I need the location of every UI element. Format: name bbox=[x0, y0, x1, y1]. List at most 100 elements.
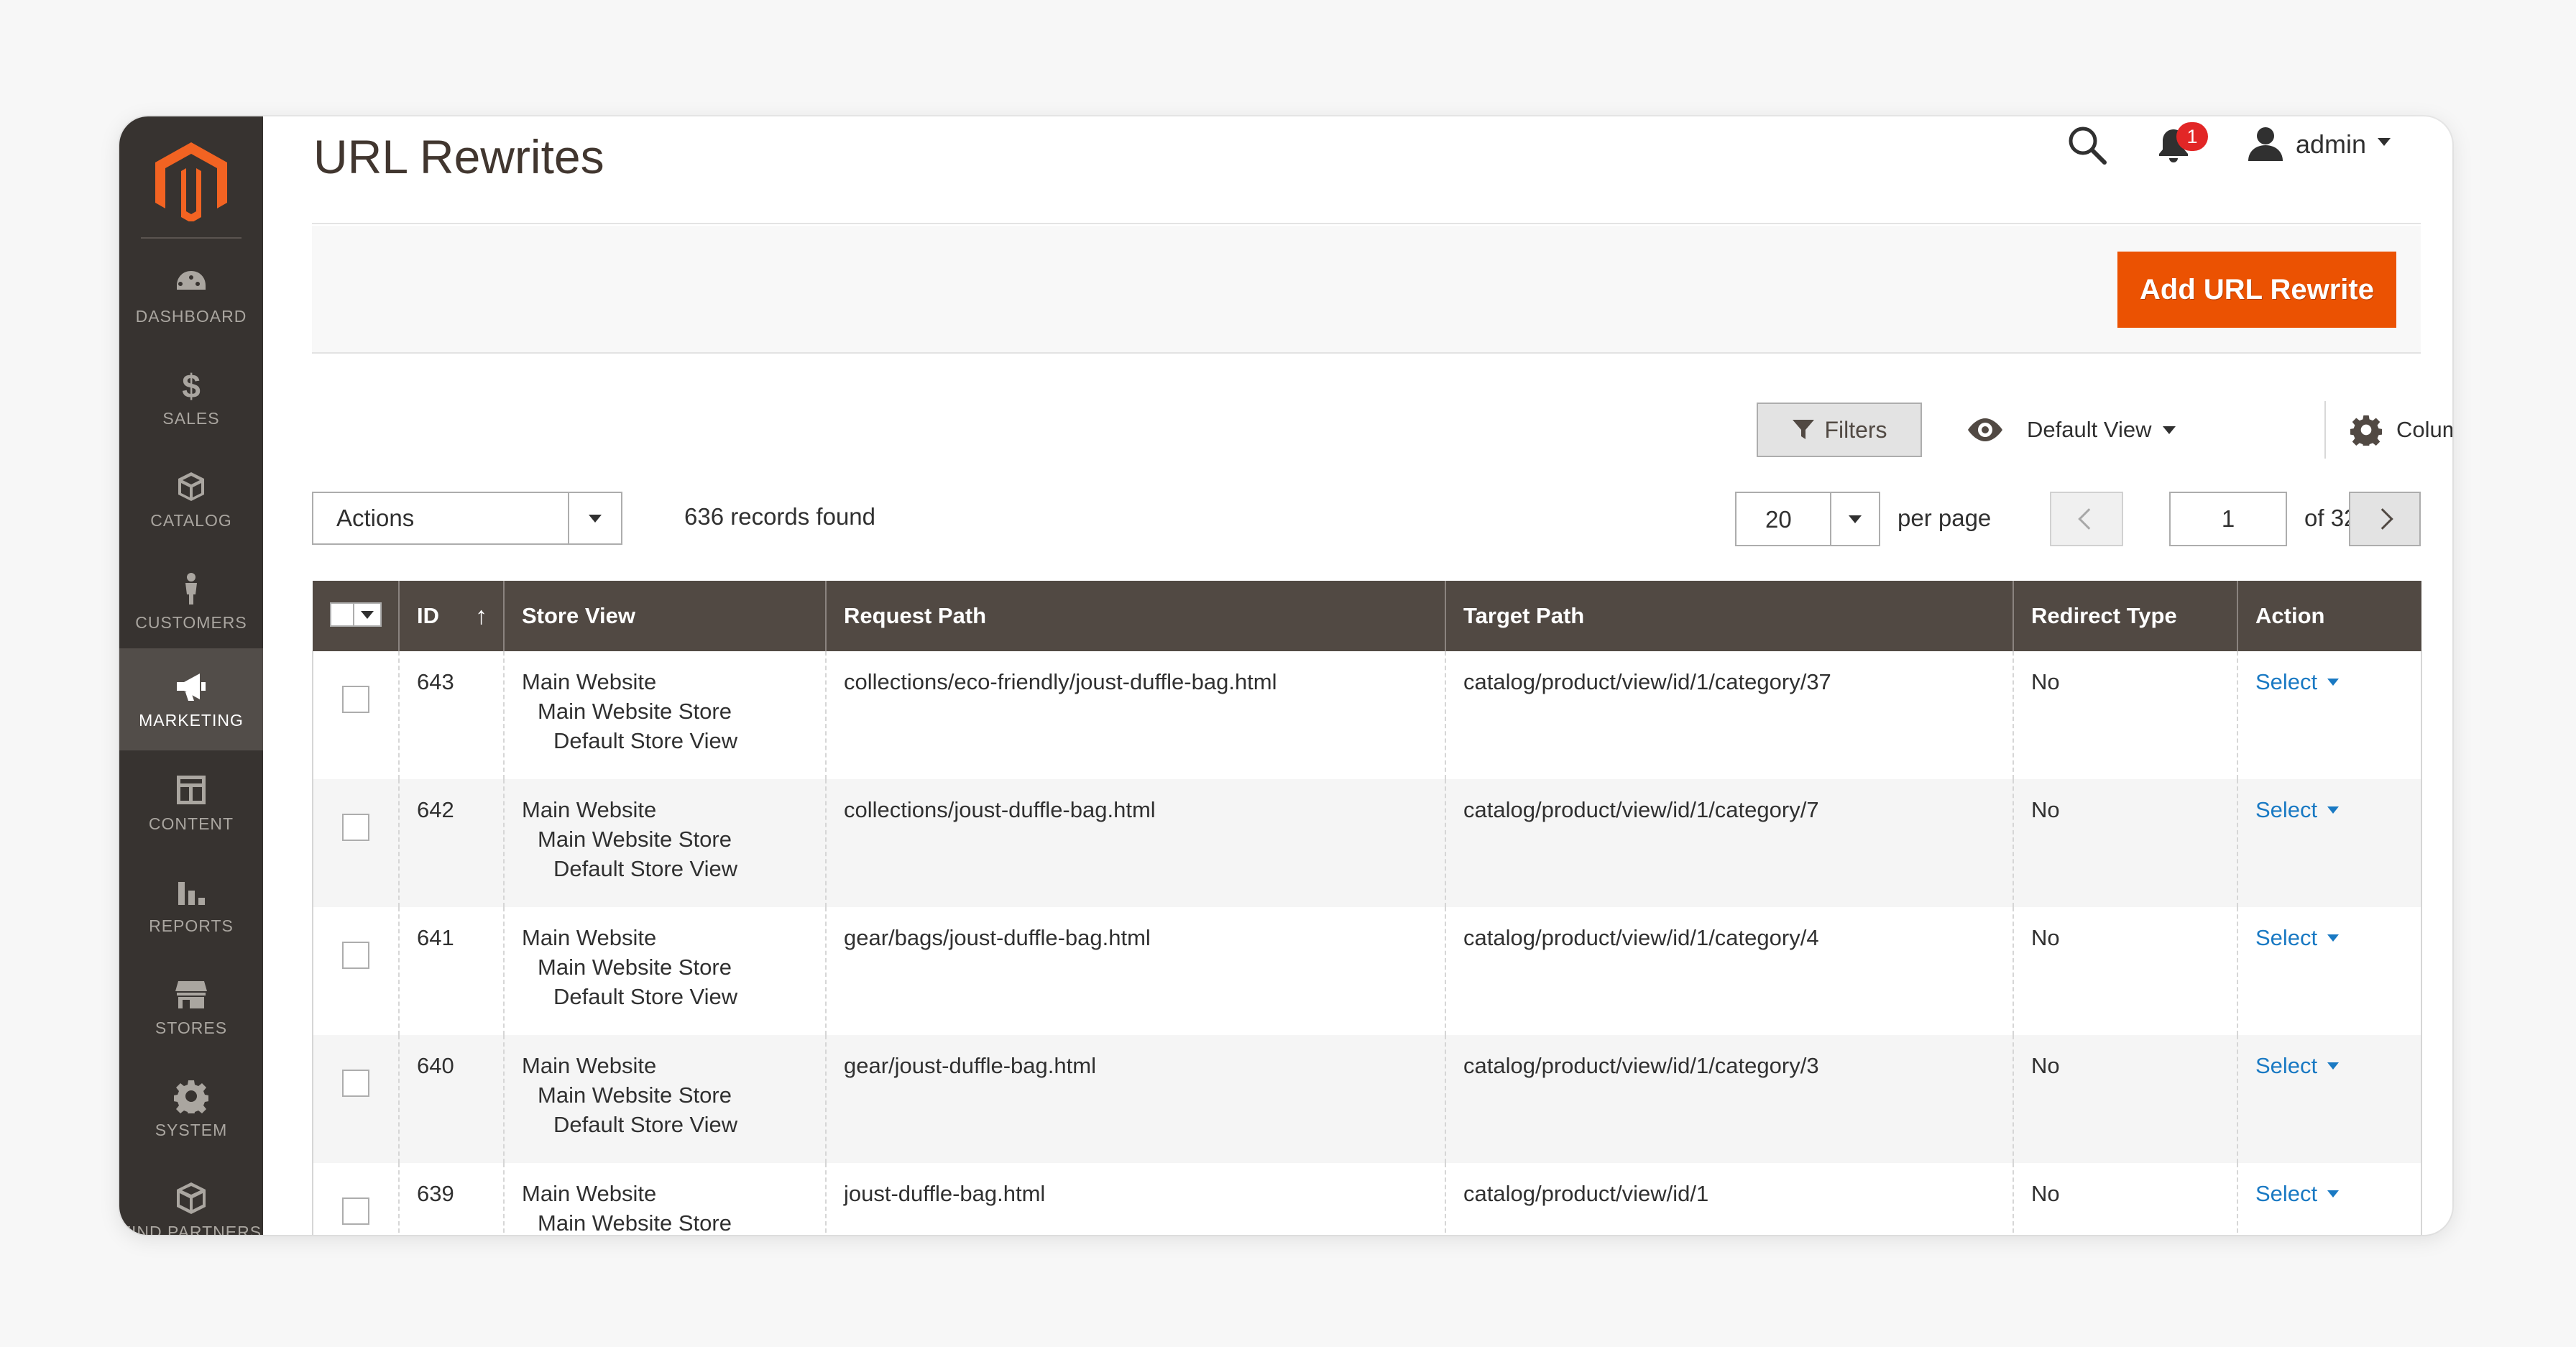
gear-icon bbox=[174, 1080, 208, 1113]
megaphone-icon bbox=[177, 673, 206, 701]
action-cell: Select bbox=[2237, 1035, 2422, 1163]
website-name: Main Website bbox=[522, 1053, 657, 1078]
redirect-type-cell: No bbox=[2013, 907, 2238, 1035]
checkbox[interactable] bbox=[330, 602, 354, 627]
id-cell: 642 bbox=[399, 779, 505, 907]
previous-page-button[interactable] bbox=[2050, 492, 2123, 546]
next-page-button[interactable] bbox=[2349, 492, 2421, 546]
store-name: Main Website Store bbox=[538, 1210, 732, 1235]
store-view-name: Default Store View bbox=[553, 856, 738, 881]
id-cell: 640 bbox=[399, 1035, 505, 1163]
page-actions-bar: Add URL Rewrite bbox=[312, 226, 2421, 354]
mass-actions-dropdown[interactable]: Actions bbox=[312, 492, 622, 545]
store-name: Main Website Store bbox=[538, 827, 732, 852]
select-action-link[interactable]: Select bbox=[2255, 923, 2340, 952]
row-checkbox[interactable] bbox=[342, 1197, 369, 1225]
notification-badge[interactable]: 1 bbox=[2176, 122, 2208, 151]
chevron-down-icon bbox=[2327, 934, 2340, 942]
target-path-cell: catalog/product/view/id/1/category/7 bbox=[1445, 779, 2014, 907]
table-row[interactable]: 640 Main Website Main Website Store Defa… bbox=[312, 1035, 2422, 1163]
table-row[interactable]: 643 Main Website Main Website Store Defa… bbox=[312, 651, 2422, 779]
table-row[interactable]: 641 Main Website Main Website Store Defa… bbox=[312, 907, 2422, 1035]
grid-header-row: ID ↑ Store View Request Path Target Path… bbox=[313, 581, 2421, 651]
store-name: Main Website Store bbox=[538, 699, 732, 724]
select-label: Select bbox=[2255, 669, 2318, 694]
mass-select-checkbox[interactable] bbox=[330, 602, 382, 630]
chevron-down-icon bbox=[2327, 1062, 2340, 1070]
store-view-name: Default Store View bbox=[553, 984, 738, 1009]
sidebar-item-dashboard[interactable]: DASHBOARD bbox=[119, 244, 263, 346]
magento-logo-icon[interactable] bbox=[155, 142, 227, 221]
id-cell: 643 bbox=[399, 651, 505, 779]
mass-select-toggle[interactable] bbox=[354, 602, 382, 627]
table-row[interactable]: 642 Main Website Main Website Store Defa… bbox=[312, 779, 2422, 907]
sidebar-item-label: SYSTEM bbox=[155, 1120, 228, 1139]
bar-chart-icon bbox=[178, 881, 205, 905]
column-header-redirect-type[interactable]: Redirect Type bbox=[2013, 581, 2238, 651]
sidebar-item-sales[interactable]: $ SALES bbox=[119, 346, 263, 449]
search-icon[interactable] bbox=[2066, 124, 2109, 167]
chevron-down-icon bbox=[2327, 806, 2340, 814]
store-view-name: Default Store View bbox=[553, 1112, 738, 1137]
filters-button[interactable]: Filters bbox=[1757, 403, 1922, 457]
url-rewrites-grid: ID ↑ Store View Request Path Target Path… bbox=[312, 581, 2422, 1235]
row-select-cell bbox=[312, 907, 400, 1035]
website-name: Main Website bbox=[522, 669, 657, 694]
row-select-cell bbox=[312, 1163, 400, 1235]
column-header-store-view[interactable]: Store View bbox=[504, 581, 827, 651]
select-label: Select bbox=[2255, 1053, 2318, 1078]
per-page-select[interactable]: 20 bbox=[1735, 492, 1880, 546]
column-header-request-path[interactable]: Request Path bbox=[826, 581, 1446, 651]
action-cell: Select bbox=[2237, 651, 2422, 779]
select-action-link[interactable]: Select bbox=[2255, 1051, 2340, 1080]
sidebar-item-reports[interactable]: REPORTS bbox=[119, 854, 263, 956]
select-action-link[interactable]: Select bbox=[2255, 667, 2340, 697]
column-label: Action bbox=[2255, 603, 2325, 628]
redirect-type-cell: No bbox=[2013, 1035, 2238, 1163]
store-view-cell: Main Website Main Website Store bbox=[504, 1163, 827, 1235]
user-menu[interactable]: admin bbox=[2296, 129, 2366, 160]
select-action-link[interactable]: Select bbox=[2255, 1179, 2340, 1208]
chevron-left-icon bbox=[2078, 508, 2099, 530]
sidebar-item-content[interactable]: CONTENT bbox=[119, 752, 263, 854]
table-row[interactable]: 639 Main Website Main Website Store jous… bbox=[312, 1163, 2422, 1235]
column-label: ID bbox=[417, 603, 439, 628]
view-switcher[interactable]: Default View bbox=[1965, 407, 2176, 453]
sidebar-item-customers[interactable]: CUSTOMERS bbox=[119, 551, 263, 653]
add-url-rewrite-button[interactable]: Add URL Rewrite bbox=[2117, 252, 2396, 328]
page-title: URL Rewrites bbox=[313, 130, 604, 183]
select-action-link[interactable]: Select bbox=[2255, 795, 2340, 824]
row-checkbox[interactable] bbox=[342, 814, 369, 841]
sidebar-item-marketing[interactable]: MARKETING bbox=[119, 648, 263, 750]
action-cell: Select bbox=[2237, 1163, 2422, 1235]
sort-ascending-icon[interactable]: ↑ bbox=[475, 602, 487, 630]
per-page-label: per page bbox=[1898, 505, 1992, 531]
eye-icon bbox=[1968, 418, 2002, 441]
header-divider bbox=[312, 223, 2421, 224]
layout-icon bbox=[177, 775, 206, 804]
row-select-cell bbox=[312, 779, 400, 907]
column-header-id[interactable]: ID ↑ bbox=[399, 581, 505, 651]
row-checkbox[interactable] bbox=[342, 686, 369, 713]
columns-control[interactable]: Columns bbox=[2350, 407, 2452, 453]
page-number-input[interactable] bbox=[2169, 492, 2287, 546]
website-name: Main Website bbox=[522, 925, 657, 950]
store-view-cell: Main Website Main Website Store Default … bbox=[504, 907, 827, 1035]
select-label: Select bbox=[2255, 925, 2318, 950]
sidebar-item-find-partners[interactable]: FIND PARTNERS bbox=[119, 1160, 263, 1235]
dropdown-toggle[interactable] bbox=[568, 493, 621, 543]
records-found: 636 records found bbox=[684, 503, 876, 530]
user-icon[interactable] bbox=[2247, 125, 2284, 162]
column-header-target-path[interactable]: Target Path bbox=[1445, 581, 2014, 651]
per-page-value: 20 bbox=[1765, 506, 1792, 533]
sidebar-item-stores[interactable]: STORES bbox=[119, 956, 263, 1058]
row-checkbox[interactable] bbox=[342, 1070, 369, 1097]
sidebar-item-catalog[interactable]: CATALOG bbox=[119, 449, 263, 551]
per-page-toggle[interactable] bbox=[1830, 493, 1879, 545]
dashboard-icon bbox=[177, 270, 206, 290]
sidebar-item-system[interactable]: SYSTEM bbox=[119, 1058, 263, 1160]
row-checkbox[interactable] bbox=[342, 942, 369, 969]
id-cell: 641 bbox=[399, 907, 505, 1035]
mass-select-header bbox=[313, 581, 400, 651]
chevron-down-icon[interactable] bbox=[2378, 138, 2391, 146]
